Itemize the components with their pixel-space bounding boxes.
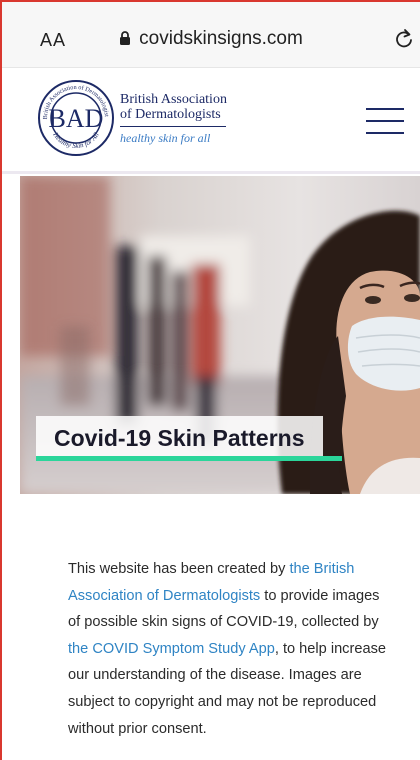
site-header: British Association of Dermatologists He…	[2, 68, 420, 174]
url-field[interactable]: covidskinsigns.com	[2, 28, 420, 52]
covid-app-link[interactable]: the COVID Symptom Study App	[68, 641, 275, 657]
menu-bar	[366, 120, 404, 122]
intro-text: This website has been created by	[68, 561, 290, 577]
brand-line-2: of Dermatologists	[120, 107, 221, 122]
hero-banner: Covid-19 Skin Patterns	[20, 176, 420, 494]
lock-icon	[119, 30, 131, 52]
brand-name[interactable]: British Association of Dermatologists he…	[120, 92, 227, 146]
hamburger-menu-icon[interactable]	[366, 108, 406, 138]
url-text: covidskinsigns.com	[139, 28, 303, 49]
browser-address-bar: AA covidskinsigns.com	[2, 2, 420, 68]
reload-icon[interactable]	[394, 28, 414, 55]
hero-title: Covid-19 Skin Patterns	[36, 416, 323, 460]
intro-paragraph: This website has been created by the Bri…	[68, 556, 388, 742]
bad-logo[interactable]: British Association of Dermatologists He…	[35, 73, 116, 163]
brand-tagline: healthy skin for all	[120, 131, 211, 145]
brand-divider	[120, 126, 226, 127]
hero-title-underline	[36, 456, 342, 461]
menu-bar	[366, 108, 404, 110]
menu-bar	[366, 132, 404, 134]
brand-line-1: British Association	[120, 92, 227, 107]
svg-text:BAD: BAD	[49, 104, 104, 133]
